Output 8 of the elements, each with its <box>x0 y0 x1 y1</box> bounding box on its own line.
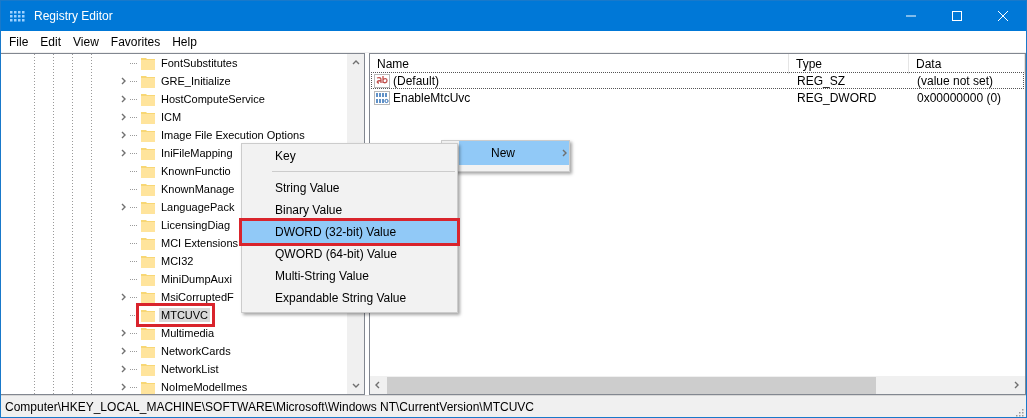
value-type: REG_SZ <box>796 73 846 88</box>
value-name: EnableMtcUvc <box>393 90 471 105</box>
status-path: Computer\HKEY_LOCAL_MACHINE\SOFTWARE\Microsoft\Windows NT\CurrentVersion\MTCUVC <box>5 399 534 414</box>
window-title: Registry Editor <box>34 9 113 23</box>
value-data: 0x00000000 (0) <box>916 90 1003 105</box>
value-name: (Default) <box>393 73 439 88</box>
value-data: (value not set) <box>916 73 995 88</box>
value-type: REG_DWORD <box>796 90 878 105</box>
